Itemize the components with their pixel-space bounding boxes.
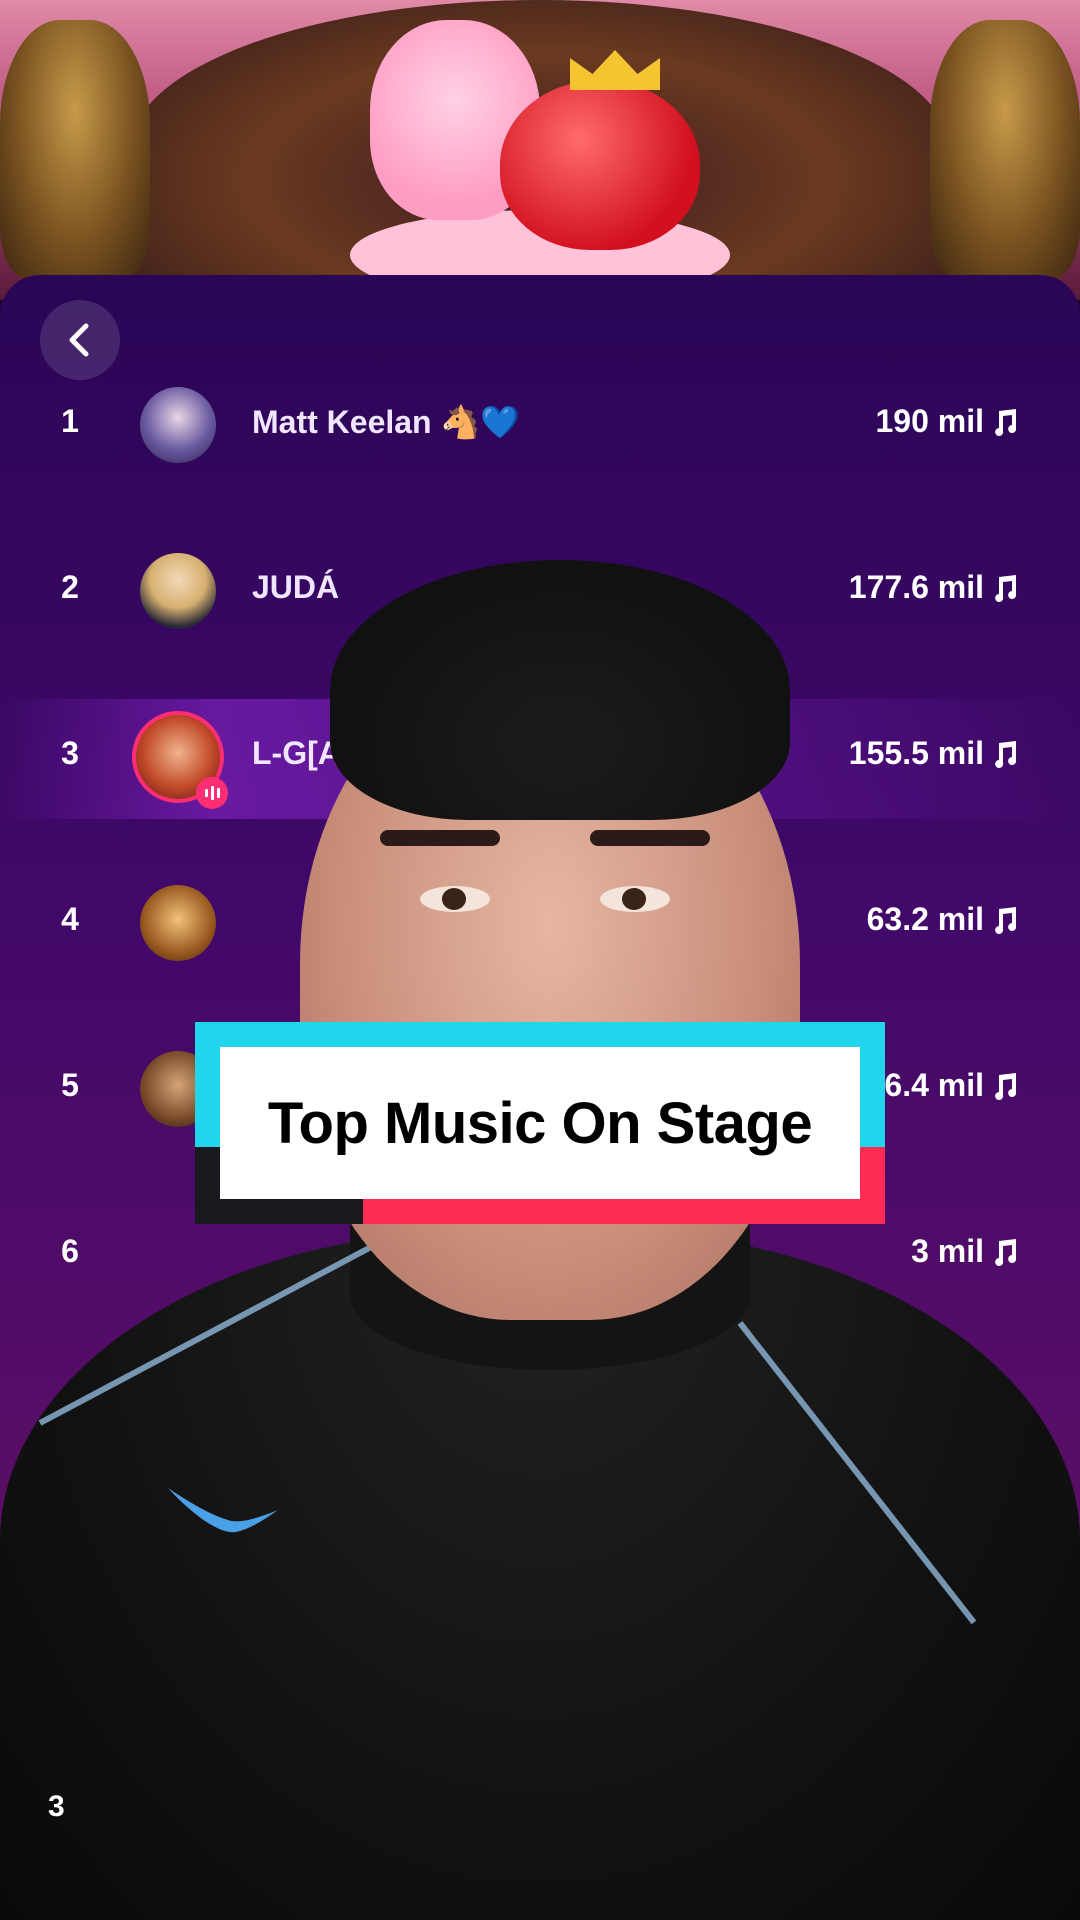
caption-card: Top Music On Stage (195, 1022, 885, 1224)
avatar[interactable] (140, 553, 216, 629)
music-note-icon (995, 1072, 1017, 1100)
score-value: 190 mil (875, 403, 984, 439)
rank-number: 2 (61, 569, 79, 605)
statue-right-image (930, 20, 1080, 280)
music-note-icon (995, 574, 1017, 602)
swoosh-icon (168, 1488, 278, 1533)
partial-rank-number: 3 (48, 1790, 65, 1823)
chevron-left-icon (69, 323, 89, 357)
caption-box: Top Music On Stage (220, 1047, 860, 1199)
music-note-icon (995, 1238, 1017, 1266)
score: 155.5 mil (849, 735, 1020, 772)
user-name: L-G[A (252, 735, 341, 771)
rank-number: 6 (61, 1233, 79, 1269)
music-note-icon (995, 408, 1017, 436)
rank-number: 4 (61, 901, 79, 937)
user-name: JUDÁ (252, 569, 340, 605)
presenter-eye-left (420, 886, 490, 912)
music-note-icon (995, 906, 1017, 934)
rank-number: 1 (61, 403, 79, 439)
score: 177.6 mil (849, 569, 1020, 606)
score-value: 3 mil (911, 1233, 984, 1269)
score: 63.2 mil (867, 901, 1020, 938)
score: 6.4 mil (884, 1067, 1020, 1104)
live-audio-icon (196, 777, 228, 809)
score: 3 mil (911, 1233, 1020, 1270)
leaderboard-row[interactable]: 1 Matt Keelan 🐴💙 190 mil (0, 367, 1080, 487)
score-value: 63.2 mil (866, 901, 984, 937)
score: 190 mil (875, 403, 1020, 440)
user-name: Matt Keelan 🐴💙 (252, 404, 521, 440)
avatar[interactable] (140, 387, 216, 463)
caption-text: Top Music On Stage (267, 1090, 813, 1156)
presenter-eye-right (600, 886, 670, 912)
presenter-brow-right (590, 830, 710, 846)
rank-number: 5 (61, 1067, 79, 1103)
event-banner (0, 0, 1080, 300)
heart-character-image (500, 80, 700, 250)
rank-number: 3 (61, 735, 79, 771)
statue-left-image (0, 20, 150, 280)
presenter-brow-left (380, 830, 500, 846)
presenter-hair (330, 560, 790, 820)
avatar[interactable] (140, 885, 216, 961)
music-note-icon (995, 740, 1017, 768)
score-value: 6.4 mil (884, 1067, 984, 1103)
score-value: 155.5 mil (848, 735, 984, 771)
score-value: 177.6 mil (848, 569, 984, 605)
